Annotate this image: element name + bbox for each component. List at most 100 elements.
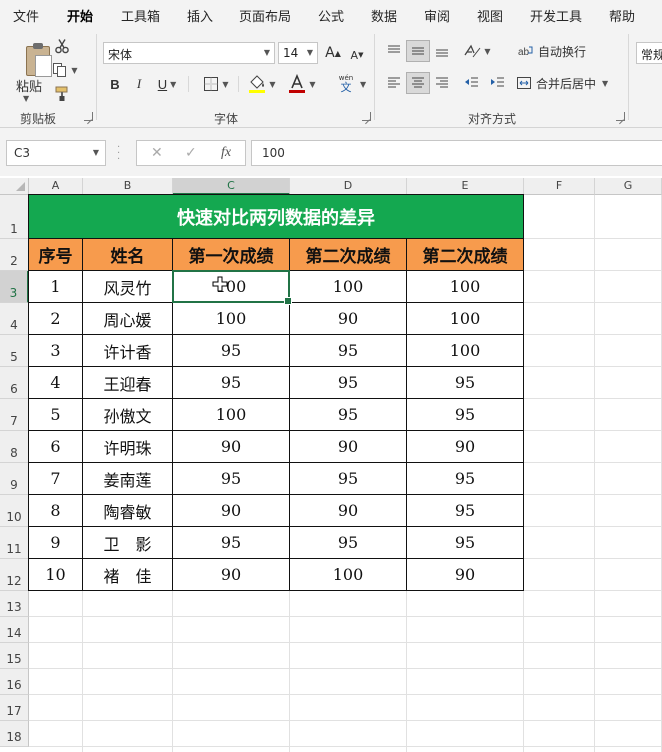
insert-function-button[interactable]: fx [221,145,231,161]
tab-review[interactable]: 审阅 [424,6,450,25]
tab-view[interactable]: 视图 [477,6,503,25]
table-cell[interactable]: 100 [407,303,524,335]
table-cell[interactable]: 90 [173,431,290,463]
table-cell[interactable]: 10 [29,559,83,591]
decrease-indent-button[interactable] [460,72,484,94]
table-cell[interactable]: 卫 影 [83,527,173,559]
table-cell[interactable]: 95 [290,367,407,399]
column-header-e[interactable]: E [407,178,524,195]
table-cell[interactable]: 100 [290,271,407,303]
table-cell[interactable]: 95 [290,399,407,431]
table-cell[interactable]: 褚 佳 [83,559,173,591]
table-cell[interactable]: 2 [29,303,83,335]
table-cell[interactable]: 许计香 [83,335,173,367]
row-header-15[interactable]: 15 [0,643,29,669]
table-cell[interactable]: 100 [407,271,524,303]
row-header-7[interactable]: 7 [0,399,29,431]
number-format-combo[interactable]: 常规 [636,42,662,64]
table-cell[interactable]: 周心媛 [83,303,173,335]
header-cell[interactable]: 第一次成绩 [173,239,290,271]
tab-home[interactable]: 开始 [67,6,94,31]
table-cell[interactable]: 4 [29,367,83,399]
tab-page-layout[interactable]: 页面布局 [239,6,291,25]
column-header-c[interactable]: C [173,178,290,195]
copy-button[interactable]: ▼ [52,60,78,80]
table-cell[interactable]: 风灵竹 [83,271,173,303]
table-cell[interactable]: 王迎春 [83,367,173,399]
format-painter-button[interactable] [52,84,72,104]
column-header-g[interactable]: G [595,178,662,195]
table-cell[interactable]: 95 [290,463,407,495]
increase-font-size-button[interactable]: A ▲ [322,42,344,64]
table-cell[interactable]: 95 [407,399,524,431]
row-header-6[interactable]: 6 [0,367,29,399]
table-cell[interactable]: 100 [173,399,290,431]
clipboard-launcher-icon[interactable] [84,112,93,121]
table-cell[interactable]: 5 [29,399,83,431]
table-cell[interactable]: 100 [173,303,290,335]
font-color-button[interactable]: ▼ [284,72,320,96]
align-center-button[interactable] [406,72,430,94]
tab-insert[interactable]: 插入 [187,6,213,25]
tab-data[interactable]: 数据 [371,6,397,25]
table-cell[interactable]: 95 [173,367,290,399]
tab-developer[interactable]: 开发工具 [530,6,582,25]
select-all-button[interactable] [0,178,29,195]
borders-button[interactable]: ▼ [198,73,234,95]
row-header-16[interactable]: 16 [0,669,29,695]
middle-align-button[interactable] [406,40,430,62]
column-header-d[interactable]: D [290,178,407,195]
table-cell[interactable]: 9 [29,527,83,559]
table-cell[interactable]: 6 [29,431,83,463]
row-header-2[interactable]: 2 [0,239,29,271]
table-cell[interactable]: 100 [290,559,407,591]
table-cell[interactable]: 90 [173,559,290,591]
table-cell[interactable]: 陶睿敏 [83,495,173,527]
header-cell[interactable]: 姓名 [83,239,173,271]
table-cell[interactable]: 95 [290,335,407,367]
row-header-18[interactable]: 18 [0,721,29,747]
wrap-text-button[interactable]: ab 自动换行 [518,40,612,62]
underline-button[interactable]: U ▼ [152,73,182,95]
row-header-3[interactable]: 3 [0,271,29,303]
name-box[interactable]: C3 ▼ [6,140,106,166]
table-cell[interactable]: 1 [29,271,83,303]
formula-input[interactable]: 100 [251,140,662,166]
row-header-17[interactable]: 17 [0,695,29,721]
decrease-font-size-button[interactable]: A ▼ [346,44,368,66]
worksheet-grid[interactable]: A B C D E F G 1 2 3 4 5 6 7 8 9 10 11 12 13 14 15 16 17 18 快速对比两列… [0,178,662,752]
column-header-a[interactable]: A [29,178,83,195]
bottom-align-button[interactable] [430,40,454,62]
table-cell[interactable]: 90 [290,495,407,527]
align-right-button[interactable] [430,72,454,94]
table-cell[interactable]: 8 [29,495,83,527]
cancel-icon[interactable]: ✕ [151,145,163,161]
row-header-14[interactable]: 14 [0,617,29,643]
row-header-1[interactable]: 1 [0,195,29,239]
table-cell[interactable]: 90 [407,431,524,463]
table-cell[interactable]: 90 [173,495,290,527]
confirm-icon[interactable]: ✓ [185,145,197,161]
italic-button[interactable]: I [128,73,150,95]
row-header-5[interactable]: 5 [0,335,29,367]
row-header-4[interactable]: 4 [0,303,29,335]
top-align-button[interactable] [382,40,406,62]
tab-formulas[interactable]: 公式 [318,6,344,25]
table-cell[interactable]: 95 [173,335,290,367]
table-cell[interactable]: 95 [407,495,524,527]
header-cell[interactable]: 第二次成绩 [290,239,407,271]
table-cell[interactable]: 7 [29,463,83,495]
row-header-13[interactable]: 13 [0,591,29,617]
fill-color-button[interactable]: ▼ [244,72,280,96]
table-title[interactable]: 快速对比两列数据的差异 [28,194,524,239]
table-cell[interactable]: 95 [173,463,290,495]
font-name-combo[interactable]: 宋体 ▼ [103,42,275,64]
row-header-8[interactable]: 8 [0,431,29,463]
table-cell[interactable]: 95 [290,527,407,559]
more-icon[interactable]: · · · [117,143,120,165]
table-cell[interactable]: 许明珠 [83,431,173,463]
merge-center-button[interactable]: 合并后居中 ▼ [516,72,622,94]
alignment-launcher-icon[interactable] [616,112,625,121]
tab-file[interactable]: 文件 [13,6,39,25]
table-cell[interactable]: 90 [407,559,524,591]
